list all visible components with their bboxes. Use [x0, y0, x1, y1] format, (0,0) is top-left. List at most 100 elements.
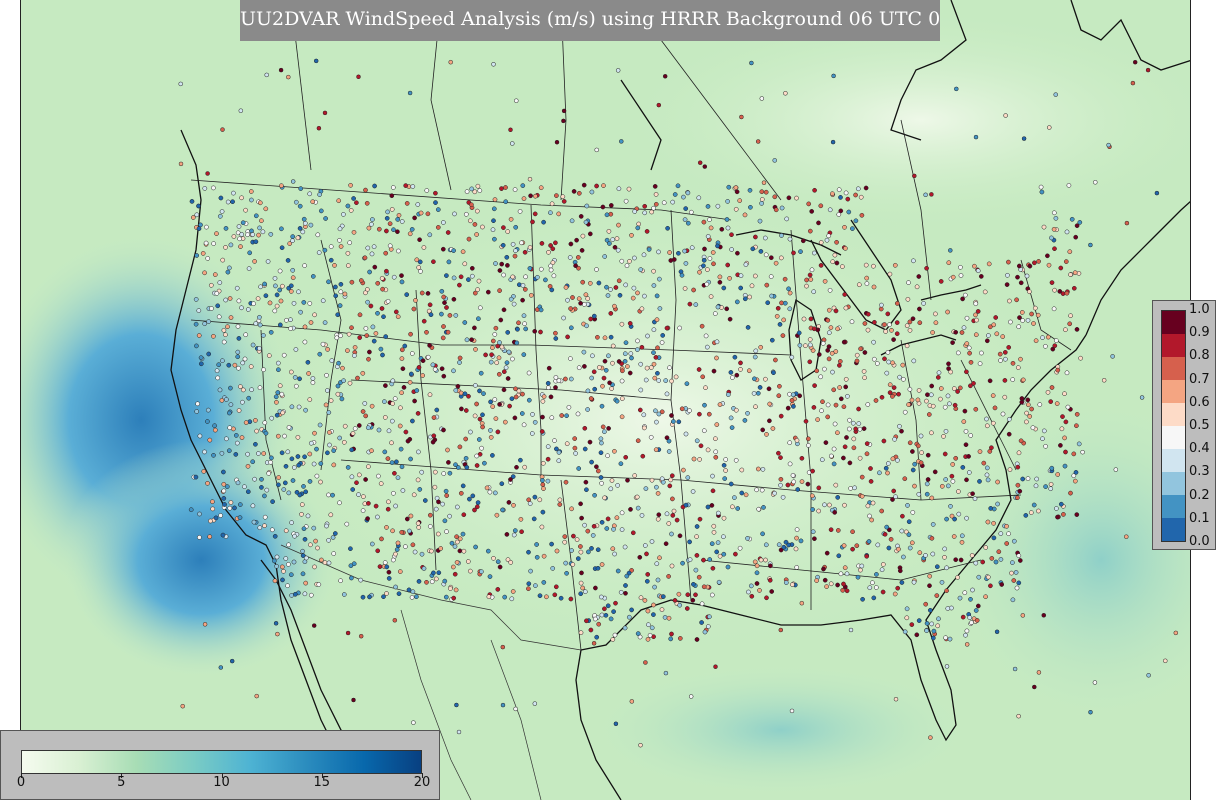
observation-point — [436, 499, 441, 505]
observation-point — [599, 519, 605, 525]
observation-point — [668, 477, 674, 483]
observation-point — [386, 569, 392, 575]
observation-point — [563, 479, 569, 485]
observation-point — [738, 273, 744, 279]
observation-point — [979, 350, 984, 356]
observation-point — [759, 96, 765, 101]
observation-point — [639, 306, 645, 312]
observation-point — [377, 564, 383, 569]
observation-point — [711, 523, 717, 529]
observation-point — [307, 301, 313, 306]
observation-point — [290, 275, 296, 281]
observation-point — [537, 593, 543, 599]
observation-point — [667, 250, 672, 255]
observation-point — [752, 273, 758, 279]
observation-point — [1033, 338, 1039, 344]
observation-point — [856, 421, 862, 426]
observation-point — [887, 382, 893, 388]
observation-point — [444, 273, 449, 278]
observation-point — [672, 192, 678, 197]
observation-point — [705, 624, 711, 629]
observation-colorbar-tick: 0.9 — [1189, 325, 1210, 341]
observation-point — [613, 600, 618, 606]
observation-point — [228, 385, 233, 391]
observation-point — [390, 378, 396, 384]
observation-point — [603, 612, 609, 618]
observation-point — [654, 561, 660, 567]
observation-point — [270, 499, 275, 504]
observation-point — [575, 255, 581, 260]
observation-point — [366, 225, 372, 231]
observation-point — [1052, 287, 1057, 293]
observation-point — [435, 225, 441, 230]
observation-point — [531, 516, 537, 522]
observation-point — [982, 289, 988, 295]
observation-point — [930, 403, 936, 409]
windspeed-map[interactable] — [21, 0, 1191, 800]
windspeed-colorbar: 0 5 10 15 20 — [0, 730, 440, 800]
observation-point — [639, 513, 645, 518]
observation-point — [642, 293, 647, 299]
observation-point — [998, 531, 1004, 536]
observation-point — [930, 330, 935, 335]
observation-point — [823, 440, 829, 445]
observation-point — [600, 383, 605, 389]
observation-point — [574, 237, 579, 243]
observation-point — [935, 375, 941, 380]
observation-point — [481, 391, 486, 396]
observation-point — [1048, 481, 1054, 487]
observation-point — [1053, 215, 1059, 221]
observation-point — [954, 86, 959, 92]
observation-point — [567, 255, 573, 260]
observation-point — [349, 325, 354, 331]
observation-point — [668, 636, 674, 642]
observation-colorbar-tick: 0.0 — [1189, 534, 1210, 549]
observation-point — [362, 401, 368, 406]
observation-point — [215, 303, 221, 309]
observation-point — [428, 312, 434, 318]
observation-point — [945, 393, 951, 399]
observation-point — [340, 365, 345, 371]
observation-point — [733, 407, 739, 413]
observation-point — [682, 286, 688, 291]
observation-point — [925, 392, 930, 398]
observation-point — [335, 391, 341, 397]
observation-point — [914, 632, 920, 638]
windspeed-colorbar-ramp — [21, 750, 422, 774]
observation-point — [554, 139, 560, 145]
observation-point — [427, 512, 433, 518]
observation-point — [602, 358, 608, 364]
observation-point — [959, 533, 965, 539]
observation-point — [387, 243, 393, 249]
observation-point — [503, 199, 509, 205]
observation-point — [365, 425, 371, 431]
observation-point — [395, 217, 401, 222]
observation-point — [281, 568, 286, 574]
observation-point — [583, 292, 589, 298]
map-panel[interactable] — [20, 0, 1191, 800]
observation-point — [1036, 508, 1041, 514]
observation-point — [870, 580, 875, 586]
observation-point — [414, 594, 419, 600]
observation-point — [834, 260, 840, 266]
observation-point — [832, 421, 838, 427]
observation-point — [812, 383, 817, 388]
observation-point — [775, 305, 781, 311]
observation-point — [1048, 399, 1054, 404]
observation-point — [669, 473, 675, 479]
observation-point — [541, 486, 546, 491]
observation-point — [623, 454, 629, 460]
observation-point — [612, 632, 618, 638]
observation-point — [464, 189, 470, 194]
observation-point — [598, 475, 604, 480]
observation-point — [444, 493, 450, 498]
observation-point — [606, 426, 611, 431]
observation-point — [376, 226, 382, 232]
observation-point — [280, 283, 285, 289]
observation-point — [797, 342, 803, 348]
observation-point — [617, 292, 623, 298]
observation-point — [300, 571, 306, 577]
observation-point — [900, 513, 905, 519]
observation-point — [237, 236, 242, 242]
observation-point — [828, 453, 834, 459]
